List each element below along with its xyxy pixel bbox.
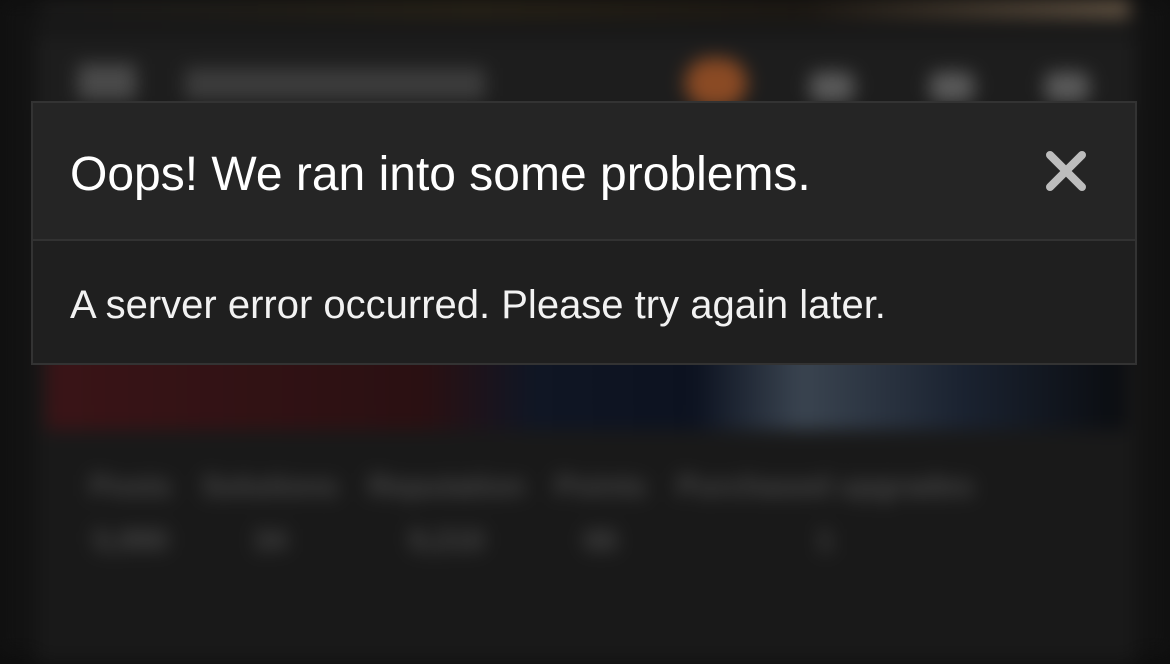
stat-value: 66 — [584, 524, 618, 557]
search-icon[interactable] — [1045, 72, 1089, 102]
chat-icon[interactable] — [810, 72, 854, 102]
profile-title: Lookamore... — [185, 68, 485, 101]
error-dialog: Oops! We ran into some problems. A serve… — [31, 101, 1137, 365]
error-message: A server error occurred. Please try agai… — [70, 283, 886, 327]
stat-value: 34 — [253, 524, 287, 557]
stat-posts: Posts 5,990 — [90, 470, 172, 558]
dialog-body: A server error occurred. Please try agai… — [33, 241, 1135, 363]
dialog-title: Oops! We ran into some problems. — [70, 148, 811, 201]
stat-purchased-upgrades: Purchased upgrades 1 — [677, 470, 974, 558]
dialog-header: Oops! We ran into some problems. — [33, 103, 1135, 241]
stat-value: 5,990 — [93, 524, 169, 557]
bell-icon[interactable] — [930, 72, 974, 102]
stat-label: Points — [555, 470, 647, 503]
stat-label: Purchased upgrades — [676, 470, 974, 503]
stat-value: 1 — [816, 524, 834, 557]
stat-label: Solutions — [201, 470, 339, 503]
stat-reputation: Reputation 9,210 — [368, 470, 525, 558]
top-banner-strip — [40, 0, 1130, 18]
stat-solutions: Solutions 34 — [202, 470, 339, 558]
stat-value: 9,210 — [409, 524, 485, 557]
close-icon — [1046, 151, 1086, 191]
close-button[interactable] — [1038, 143, 1094, 199]
profile-stats: Posts 5,990 Solutions 34 Reputation 9,21… — [90, 470, 973, 558]
profile-title-text: Lookamore... — [185, 68, 361, 101]
menu-icon[interactable] — [78, 64, 136, 100]
stat-label: Reputation — [368, 470, 526, 503]
stat-label: Posts — [90, 470, 172, 503]
stat-points: Points 66 — [555, 470, 647, 558]
